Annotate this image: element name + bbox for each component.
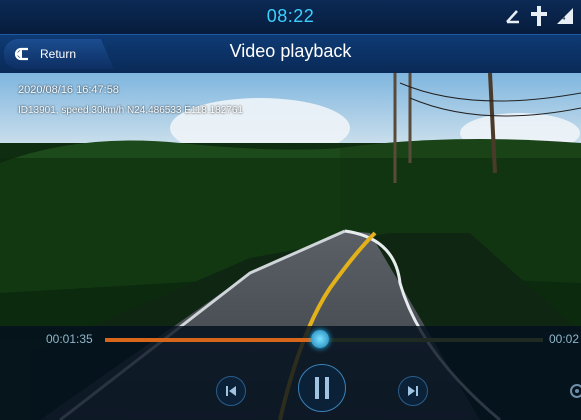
title-bar: Return Video playback: [0, 34, 581, 74]
elapsed-time: 00:01:35: [46, 332, 93, 346]
next-icon: [408, 386, 418, 396]
pause-icon: [315, 377, 329, 399]
total-time: 00:02: [548, 332, 579, 346]
previous-button[interactable]: [216, 376, 246, 406]
pause-button[interactable]: [298, 364, 346, 412]
previous-icon: [226, 386, 236, 396]
page-title: Video playback: [229, 41, 352, 61]
overlay-info: ID13901, speed:30km/h N24.486533 E118.18…: [18, 105, 243, 116]
next-button[interactable]: [398, 376, 428, 406]
connection-icon: [506, 10, 519, 24]
status-time: 08:22: [266, 6, 315, 26]
progress-thumb[interactable]: [310, 330, 329, 348]
signal-icon: 4: [557, 8, 573, 24]
overlay-datetime: 2020/08/16 16:47:58: [18, 84, 119, 96]
svg-text:4: 4: [561, 13, 566, 22]
settings-button[interactable]: [563, 378, 581, 404]
video-frame[interactable]: 2020/08/16 16:47:58 ID13901, speed:30km/…: [0, 73, 581, 420]
video-scene: [0, 73, 581, 420]
progress-fill: [105, 338, 320, 342]
settings-icon: [570, 384, 581, 398]
status-bar: 08:22 4: [0, 0, 581, 34]
location-pin-icon: [531, 6, 547, 26]
status-icons: 4: [505, 6, 575, 26]
